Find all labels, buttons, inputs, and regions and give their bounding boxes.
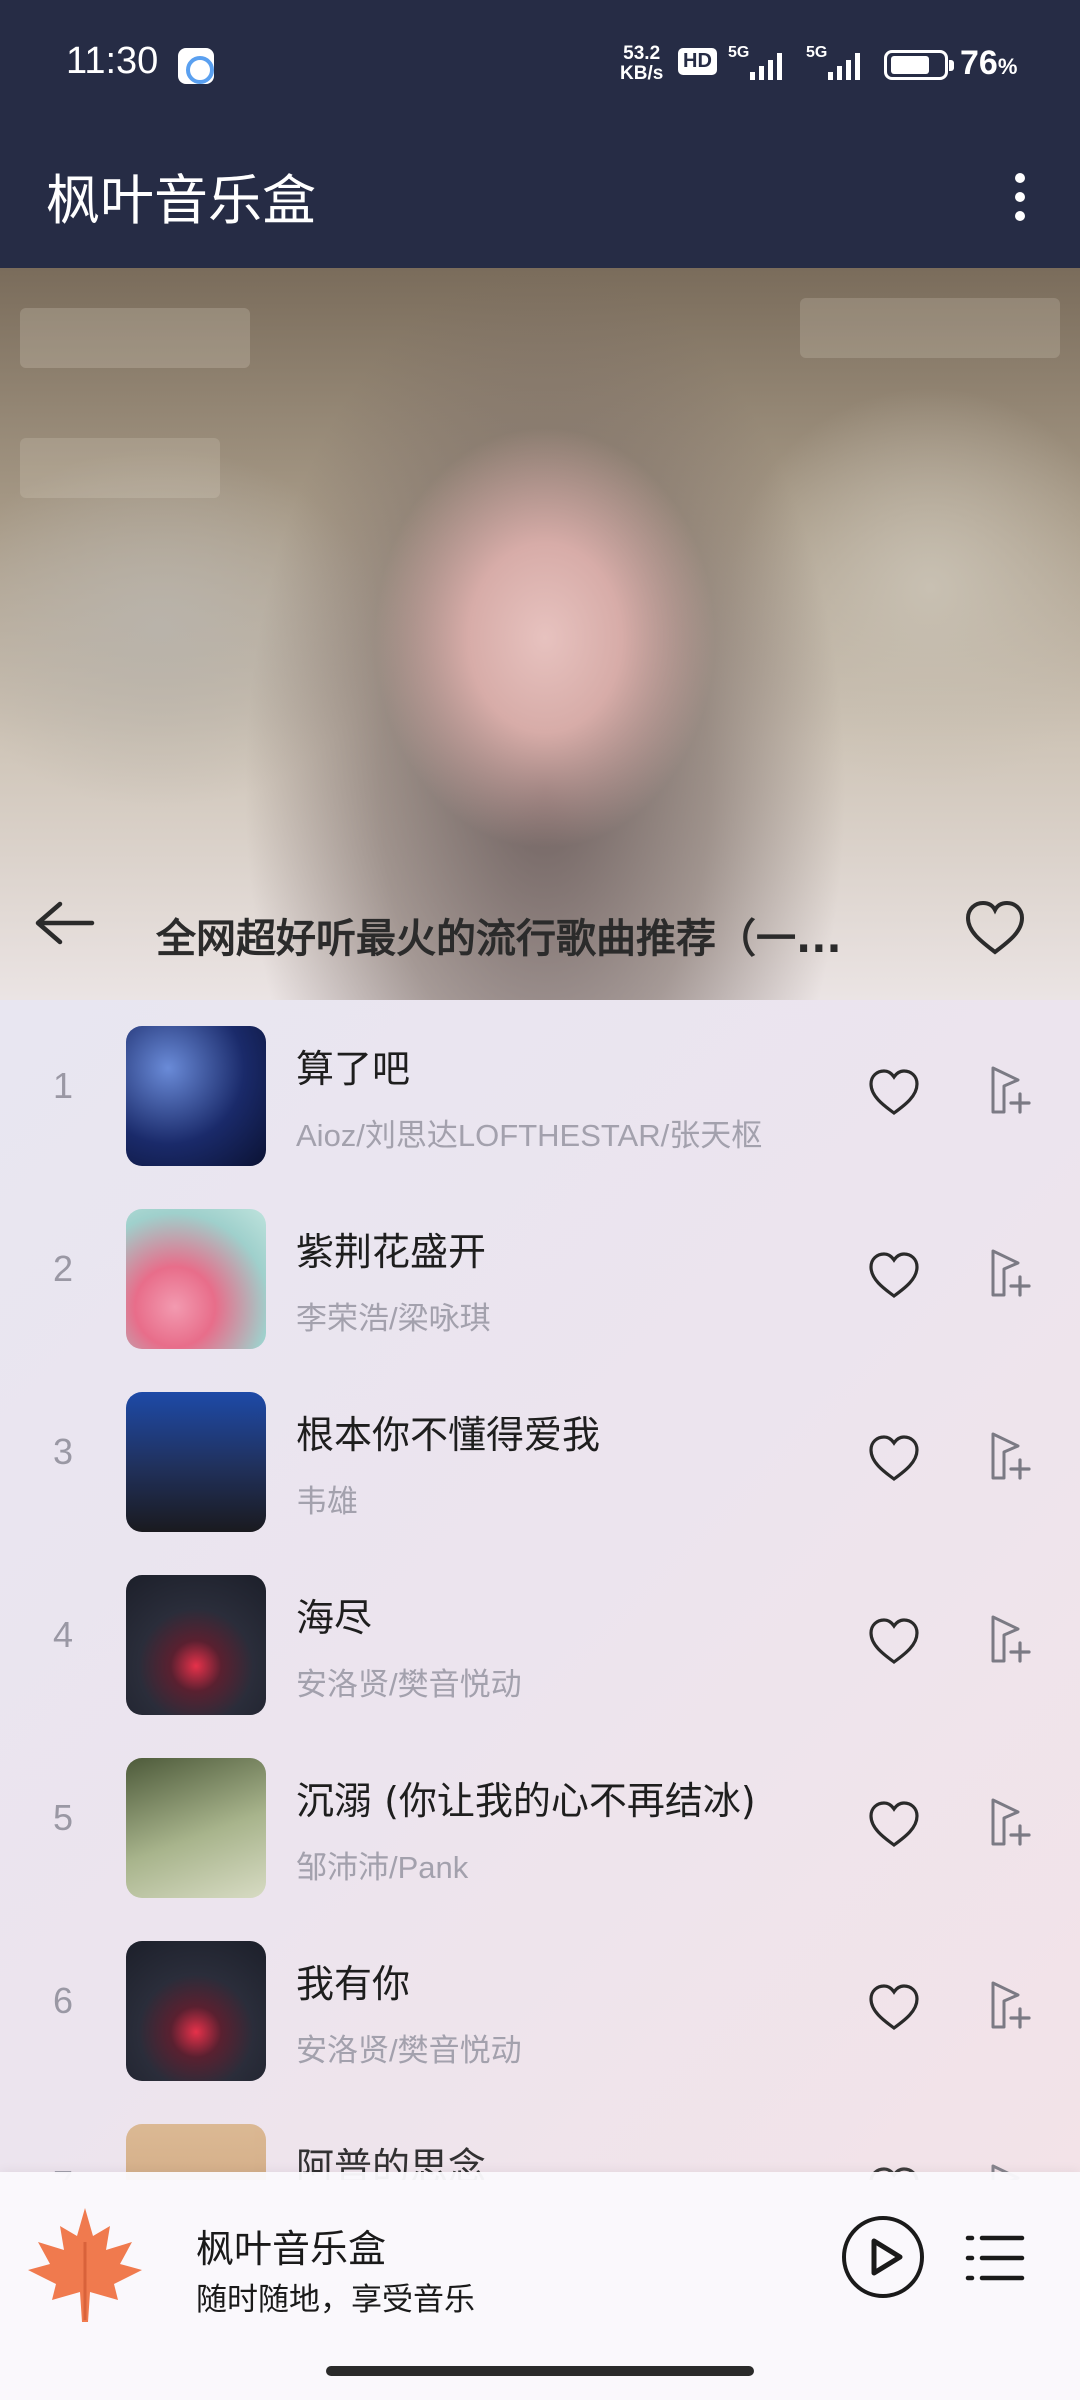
app-bar: 枫叶音乐盒 <box>0 130 1080 268</box>
play-button[interactable] <box>840 2214 926 2300</box>
status-bar: 11:30 53.2 KB/s HD 5G 5G 76% <box>0 0 1080 130</box>
player-track-title: 枫叶音乐盒 <box>196 2227 387 2271</box>
maple-leaf-icon <box>28 2208 142 2322</box>
add-to-playlist-icon[interactable] <box>984 1794 1034 1850</box>
mini-player[interactable]: 枫叶音乐盒 随时随地，享受音乐 <box>0 2172 1080 2400</box>
song-index: 2 <box>52 1248 74 1289</box>
heart-outline-icon[interactable] <box>866 1249 922 1301</box>
song-title: 沉溺 (你让我的心不再结冰) <box>296 1779 756 1823</box>
song-artist: 邹沛沛/Pank <box>296 1850 469 1885</box>
heart-outline-icon[interactable] <box>866 1432 922 1484</box>
signal-strength-icon: 5G <box>728 44 792 84</box>
network-speed-value: 53.2 <box>623 43 661 64</box>
favorite-playlist-button[interactable] <box>962 898 1028 958</box>
notification-app-icon <box>178 48 214 84</box>
more-options-button[interactable] <box>1000 162 1040 232</box>
add-to-playlist-icon[interactable] <box>984 1245 1034 1301</box>
signal-type-label: 5G <box>728 44 750 61</box>
song-index: 6 <box>52 1980 74 2021</box>
song-index: 5 <box>52 1797 74 1838</box>
battery-percent: 76% <box>960 44 1018 82</box>
song-artist: 李荣浩/梁咏琪 <box>296 1301 491 1336</box>
song-index: 4 <box>52 1614 74 1655</box>
status-time: 11:30 <box>66 40 159 82</box>
network-speed-unit: KB/s <box>620 63 664 84</box>
song-cover-image[interactable] <box>126 1209 266 1349</box>
song-row[interactable]: 1 算了吧 Aioz/刘思达LOFTHESTAR/张天枢 <box>0 1000 1080 1183</box>
song-title: 算了吧 <box>296 1047 411 1091</box>
song-list: 1 算了吧 Aioz/刘思达LOFTHESTAR/张天枢 2 紫荆花盛开 李荣浩… <box>0 1000 1080 2180</box>
song-title: 根本你不懂得爱我 <box>296 1413 601 1457</box>
hd-voice-badge: HD <box>678 48 717 75</box>
song-artist: 安洛贤/樊音悦动 <box>296 2033 522 2068</box>
song-row[interactable]: 3 根本你不懂得爱我 韦雄 <box>0 1366 1080 1549</box>
heart-outline-icon[interactable] <box>866 1615 922 1667</box>
more-vertical-icon <box>1015 173 1025 221</box>
song-title: 我有你 <box>296 1962 411 2006</box>
playlist-cover-banner: 全网超好听最火的流行歌曲推荐（一... <box>0 268 1080 1000</box>
song-cover-image[interactable] <box>126 1941 266 2081</box>
add-to-playlist-icon[interactable] <box>984 1611 1034 1667</box>
song-row[interactable]: 4 海尽 安洛贤/樊音悦动 <box>0 1549 1080 1732</box>
song-index: 3 <box>52 1431 74 1472</box>
song-row[interactable]: 7 阿普的思念 <box>0 2098 1080 2180</box>
song-row[interactable]: 2 紫荆花盛开 李荣浩/梁咏琪 <box>0 1183 1080 1366</box>
back-button[interactable] <box>30 898 96 948</box>
heart-outline-icon[interactable] <box>866 1798 922 1850</box>
song-title: 紫荆花盛开 <box>296 1230 487 1274</box>
add-to-playlist-icon[interactable] <box>984 1062 1034 1118</box>
add-to-playlist-icon[interactable] <box>984 1428 1034 1484</box>
song-cover-image[interactable] <box>126 1575 266 1715</box>
app-title: 枫叶音乐盒 <box>46 169 316 232</box>
network-speed: 53.2 KB/s <box>620 44 663 84</box>
song-cover-image[interactable] <box>126 1026 266 1166</box>
song-index: 1 <box>52 1065 74 1106</box>
add-to-playlist-icon[interactable] <box>984 1977 1034 2033</box>
battery-icon <box>884 50 954 80</box>
signal-type-label-2: 5G <box>806 44 828 61</box>
song-title: 海尽 <box>296 1596 373 1640</box>
playlist-queue-button[interactable] <box>964 2228 1026 2288</box>
signal-strength-icon-2: 5G <box>806 44 870 84</box>
player-track-subtitle: 随时随地，享受音乐 <box>196 2282 475 2318</box>
song-artist: Aioz/刘思达LOFTHESTAR/张天枢 <box>296 1118 763 1153</box>
song-cover-image[interactable] <box>126 1758 266 1898</box>
song-row[interactable]: 5 沉溺 (你让我的心不再结冰) 邹沛沛/Pank <box>0 1732 1080 1915</box>
heart-outline-icon[interactable] <box>866 1981 922 2033</box>
heart-outline-icon[interactable] <box>866 1066 922 1118</box>
song-cover-image[interactable] <box>126 1392 266 1532</box>
song-artist: 韦雄 <box>296 1484 358 1519</box>
song-row[interactable]: 6 我有你 安洛贤/樊音悦动 <box>0 1915 1080 2098</box>
song-artist: 安洛贤/樊音悦动 <box>296 1667 522 1702</box>
playlist-title: 全网超好听最火的流行歌曲推荐（一... <box>156 916 842 962</box>
home-indicator[interactable] <box>326 2366 754 2376</box>
